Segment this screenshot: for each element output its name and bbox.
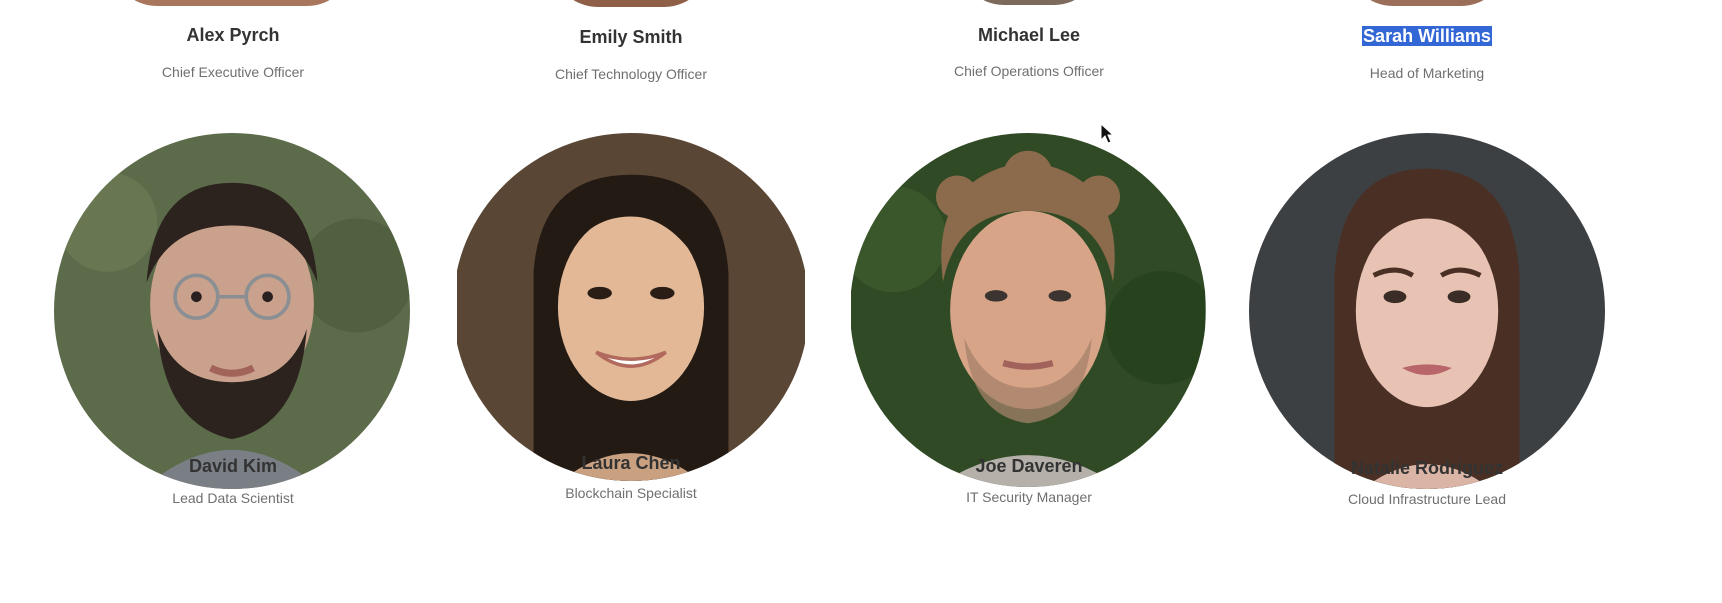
- team-member-laura-chen: Laura Chen Blockchain Specialist: [441, 130, 821, 570]
- member-role: Chief Executive Officer: [161, 64, 305, 80]
- member-photo: [111, 0, 353, 6]
- member-role: Cloud Infrastructure Lead: [1348, 491, 1506, 507]
- member-photo: [1347, 0, 1507, 6]
- member-role: IT Security Manager: [966, 489, 1092, 505]
- member-role: Blockchain Specialist: [565, 485, 697, 501]
- mouse-cursor-icon: [1100, 123, 1115, 144]
- team-member-emily-smith: Emily Smith Chief Technology Officer: [441, 0, 821, 90]
- portrait-laura-chen: [457, 133, 805, 481]
- member-photo: [850, 133, 1206, 487]
- member-name: Laura Chen: [581, 453, 681, 473]
- portrait-natalie-rodriguez: [1249, 133, 1605, 489]
- member-name: Michael Lee: [977, 25, 1081, 45]
- team-grid: Alex Pyrch Chief Executive Officer Emily…: [0, 0, 1722, 603]
- team-member-david-kim: David Kim Lead Data Scientist: [43, 130, 423, 570]
- member-role: Head of Marketing: [1369, 65, 1485, 81]
- member-name: David Kim: [188, 456, 278, 476]
- member-name: Natalie Rodriguez: [1350, 458, 1504, 478]
- member-role: Chief Operations Officer: [954, 63, 1104, 79]
- team-member-natalie-rodriguez: Natalie Rodriguez Cloud Infrastructure L…: [1237, 130, 1617, 570]
- team-member-michael-lee: Michael Lee Chief Operations Officer: [839, 0, 1219, 90]
- team-member-joe-daveren: Joe Daveren IT Security Manager: [839, 130, 1219, 570]
- member-role: Lead Data Scientist: [172, 490, 294, 506]
- portrait-joe-daveren: [850, 133, 1206, 487]
- portrait-david-kim: [54, 133, 410, 489]
- member-name: Joe Daveren: [975, 456, 1083, 476]
- member-photo: [1249, 133, 1605, 489]
- member-photo: [453, 133, 809, 481]
- team-member-alex-pyrch: Alex Pyrch Chief Executive Officer: [43, 0, 423, 90]
- member-name: Alex Pyrch: [186, 25, 280, 45]
- member-role: Chief Technology Officer: [554, 66, 707, 82]
- team-section: Alex Pyrch Chief Executive Officer Emily…: [0, 0, 1722, 603]
- member-photo: [551, 0, 711, 7]
- member-name: Emily Smith: [579, 27, 683, 47]
- member-photo: [959, 0, 1099, 5]
- team-member-sarah-williams: Sarah Williams Head of Marketing: [1237, 0, 1617, 90]
- selected-text: Sarah Williams: [1362, 26, 1492, 46]
- member-name: Sarah Williams: [1237, 25, 1617, 47]
- member-photo: [54, 133, 410, 489]
